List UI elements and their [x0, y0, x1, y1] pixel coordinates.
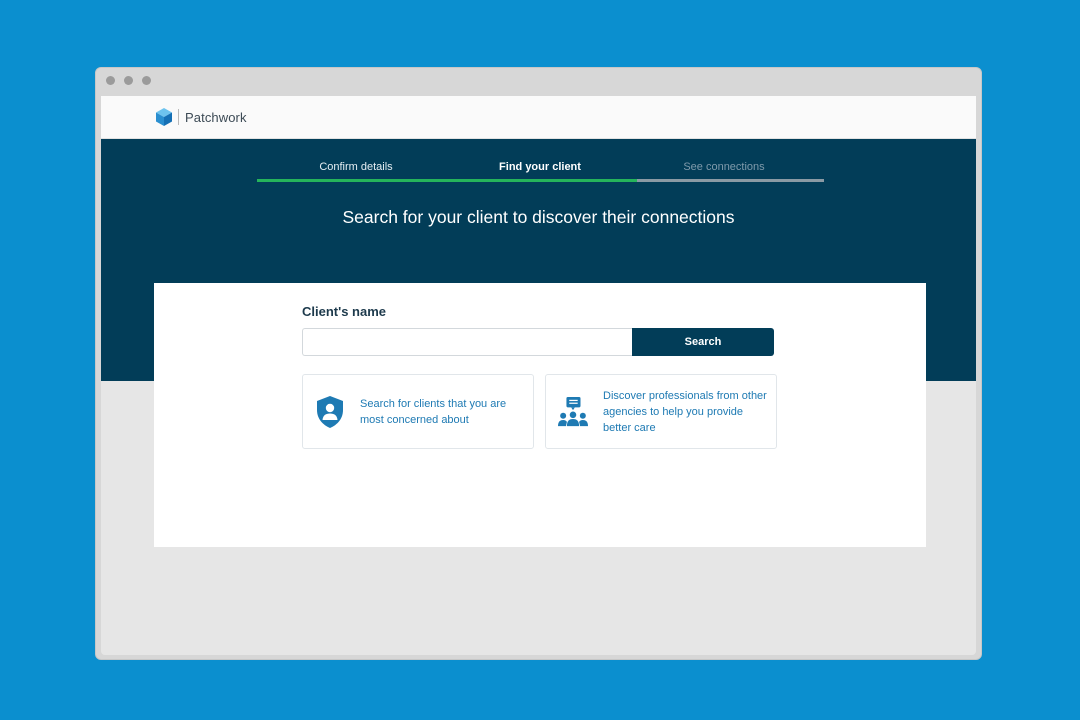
client-name-input[interactable]	[302, 328, 632, 356]
search-card: Client's name Search Search for clients …	[154, 283, 926, 547]
shield-person-icon	[317, 396, 343, 428]
info-card-concerned-clients: Search for clients that you are most con…	[302, 374, 534, 449]
search-button[interactable]: Search	[632, 328, 774, 356]
client-name-label: Client's name	[302, 304, 387, 319]
patchwork-logo[interactable]: Patchwork	[156, 108, 247, 126]
step-see-connections: See connections	[683, 161, 765, 173]
info-card-professionals: Discover professionals from other agenci…	[545, 374, 777, 449]
info-text-concerned-clients: Search for clients that you are most con…	[360, 398, 507, 426]
page-title: Search for your client to discover their…	[342, 207, 735, 227]
info-text-professionals: Discover professionals from other agenci…	[603, 390, 767, 434]
browser-window: Patchwork Confirm details Find your clie…	[95, 67, 982, 660]
progress-track	[257, 179, 824, 182]
progress-steps: Confirm details Find your client See con…	[257, 139, 824, 183]
step-find-your-client: Find your client	[499, 161, 581, 173]
window-minimize-dot[interactable]	[124, 76, 133, 85]
progress-fill	[257, 179, 637, 182]
logo-divider	[178, 109, 179, 125]
top-bar: Patchwork	[101, 96, 976, 139]
step-confirm-details[interactable]: Confirm details	[319, 161, 392, 173]
window-maximize-dot[interactable]	[142, 76, 151, 85]
page-viewport: Patchwork Confirm details Find your clie…	[101, 96, 976, 655]
window-controls	[106, 76, 151, 85]
people-chat-icon	[558, 397, 588, 427]
window-close-dot[interactable]	[106, 76, 115, 85]
app-name: Patchwork	[185, 109, 247, 125]
patchwork-cube-icon	[156, 108, 172, 126]
